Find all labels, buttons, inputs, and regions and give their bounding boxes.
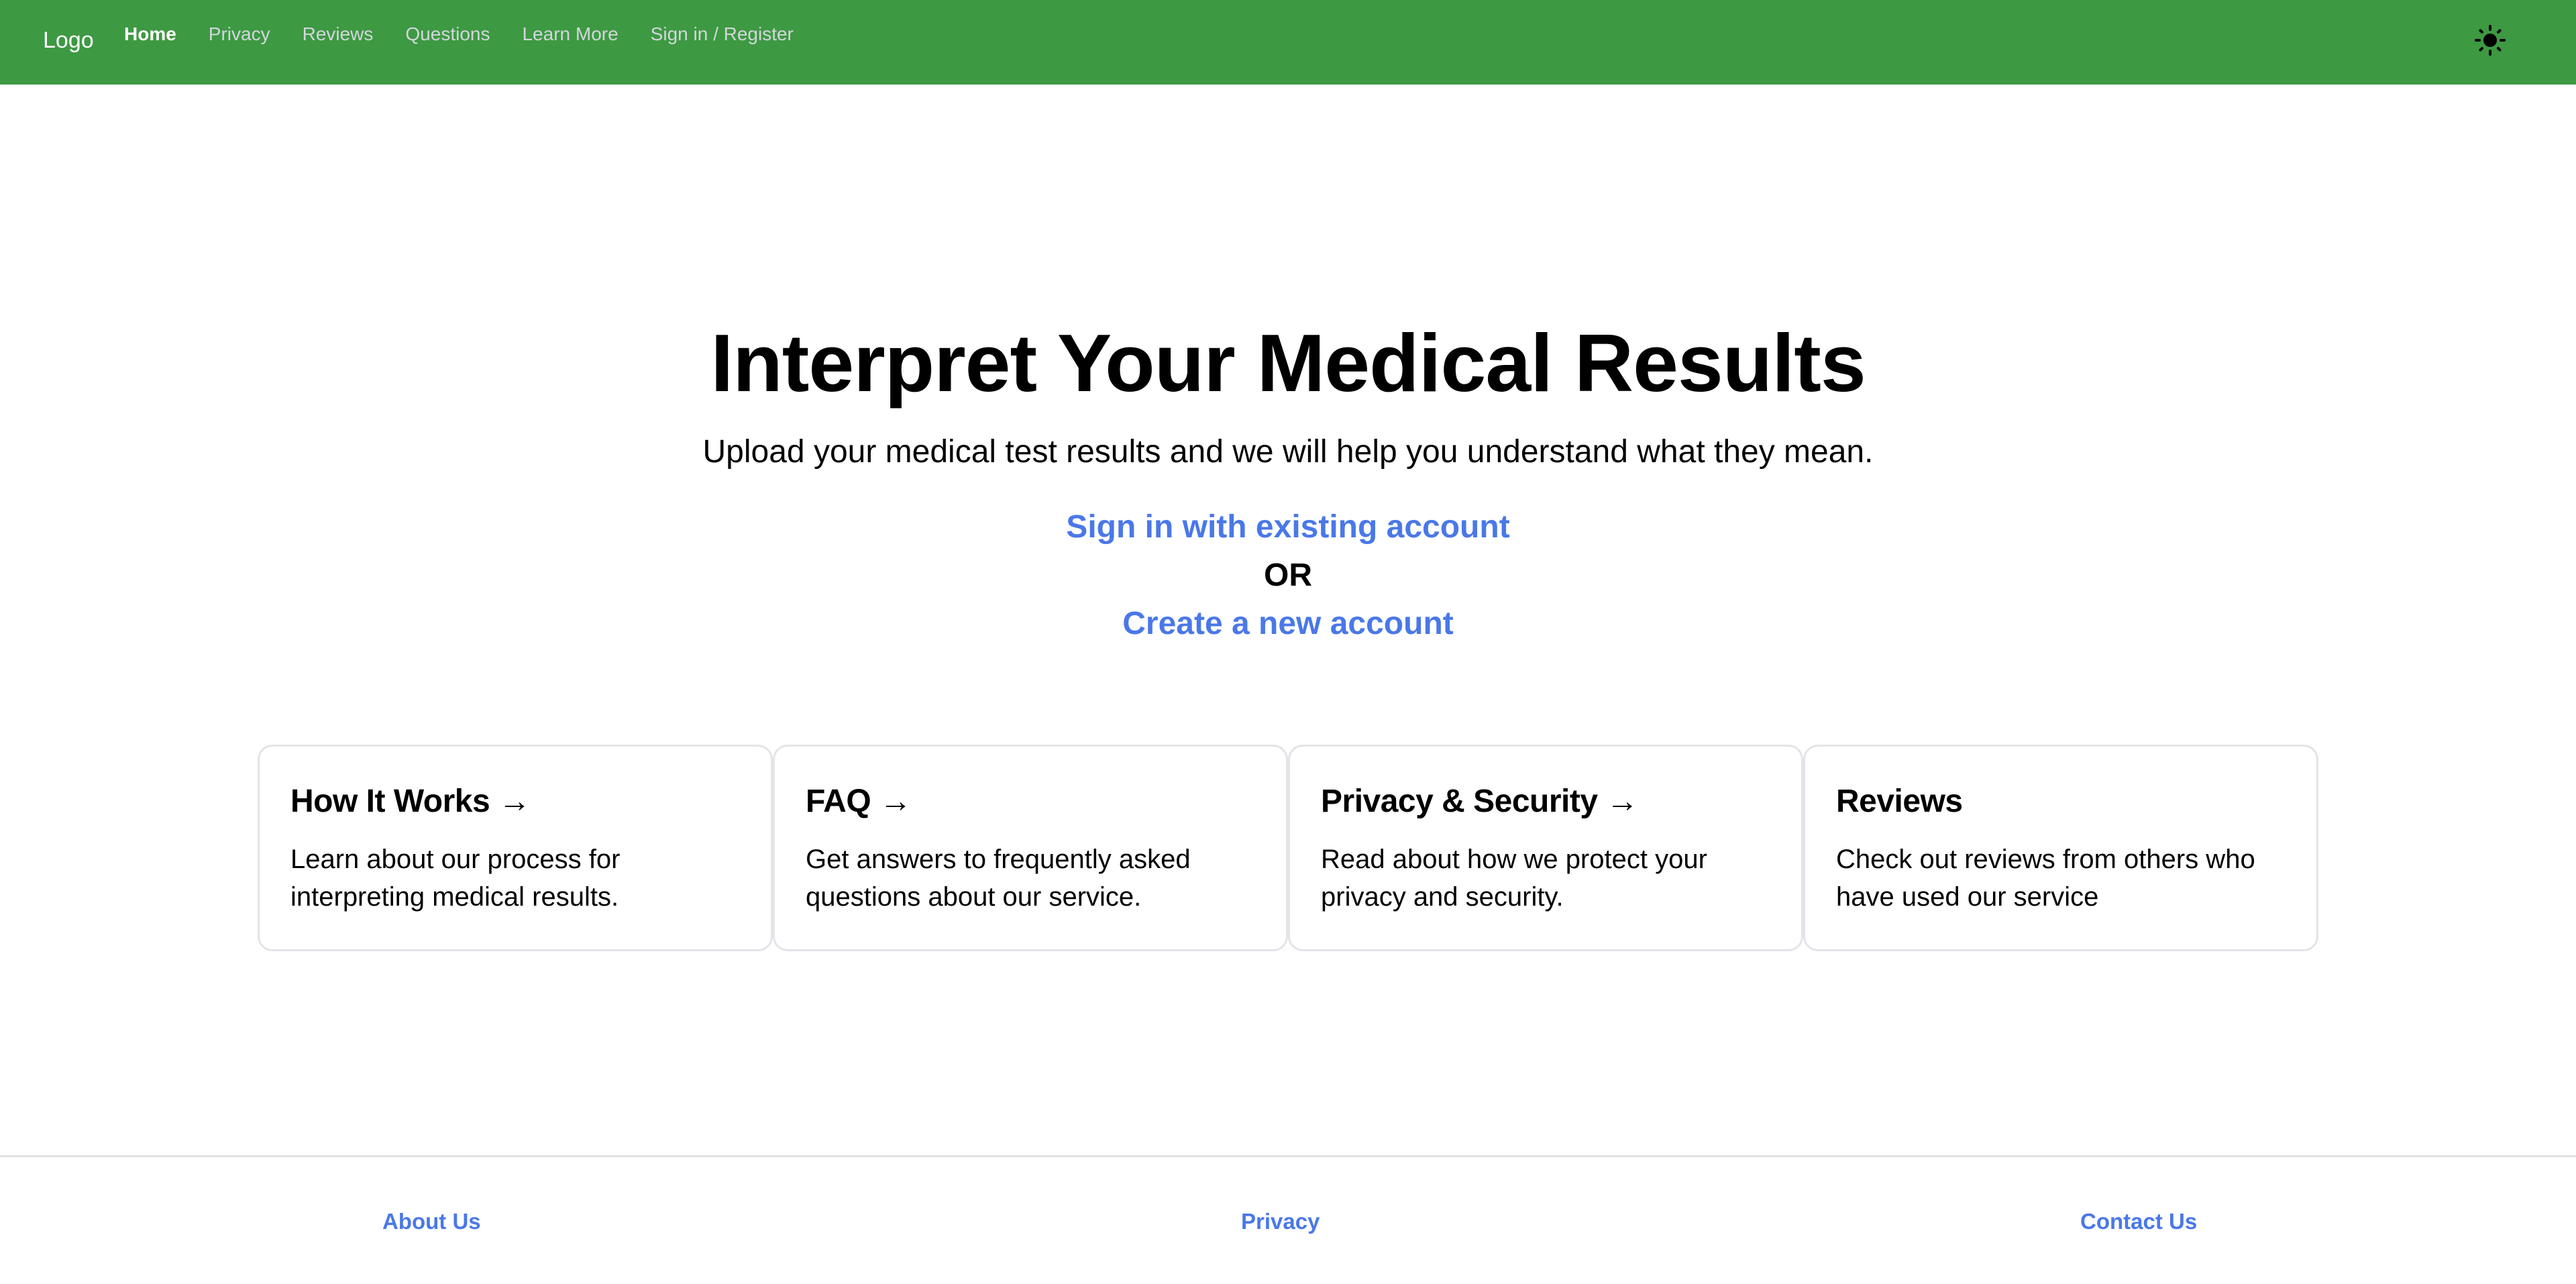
- footer-about-us-link[interactable]: About Us: [382, 1207, 481, 1236]
- nav-links: Home Privacy Reviews Questions Learn Mor…: [124, 21, 826, 48]
- card-how-it-works[interactable]: How It Works → Learn about our process f…: [258, 745, 773, 951]
- page-title: Interpret Your Medical Results: [710, 317, 1866, 409]
- footer: About Us Privacy Contact Us: [0, 1155, 2576, 1284]
- logo-link[interactable]: Logo: [43, 25, 94, 55]
- nav-link-privacy[interactable]: Privacy: [209, 21, 270, 48]
- card-privacy-security[interactable]: Privacy & Security → Read about how we p…: [1288, 745, 1803, 951]
- create-new-account-link[interactable]: Create a new account: [1122, 606, 1454, 641]
- theme-toggle-button[interactable]: [2470, 20, 2510, 60]
- create-cta: Create a new account: [0, 604, 2576, 644]
- footer-privacy-link[interactable]: Privacy: [1241, 1207, 1320, 1236]
- card-text: Get answers to frequently asked question…: [806, 845, 1191, 912]
- card-text: Check out reviews from others who have u…: [1836, 845, 2255, 912]
- feature-cards: How It Works → Learn about our process f…: [258, 745, 2318, 951]
- nav-link-questions[interactable]: Questions: [405, 21, 490, 48]
- or-divider: OR: [1264, 557, 1312, 593]
- footer-contact-us-link[interactable]: Contact Us: [2080, 1207, 2197, 1236]
- card-title: Privacy & Security →: [1321, 784, 1638, 819]
- card-text: Learn about our process for interpreting…: [290, 845, 621, 912]
- nav-link-reviews[interactable]: Reviews: [303, 21, 374, 48]
- sign-in-existing-account-link[interactable]: Sign in with existing account: [1066, 509, 1509, 545]
- card-faq[interactable]: FAQ → Get answers to frequently asked qu…: [773, 745, 1288, 951]
- sun-icon: [2475, 25, 2506, 56]
- card-reviews[interactable]: Reviews Check out reviews from others wh…: [1803, 745, 2318, 951]
- navbar: Logo Home Privacy Reviews Questions Lear…: [0, 0, 2576, 85]
- hero-subtitle: Upload your medical test results and we …: [702, 434, 1874, 470]
- card-title: FAQ →: [806, 784, 912, 819]
- card-title: Reviews: [1836, 784, 1963, 819]
- card-text: Read about how we protect your privacy a…: [1321, 845, 1707, 912]
- signin-cta: Sign in with existing account: [0, 507, 2576, 547]
- card-title: How It Works →: [290, 784, 531, 819]
- nav-link-sign-in-register[interactable]: Sign in / Register: [651, 21, 794, 48]
- nav-link-learn-more[interactable]: Learn More: [522, 21, 618, 48]
- nav-link-home[interactable]: Home: [124, 21, 176, 48]
